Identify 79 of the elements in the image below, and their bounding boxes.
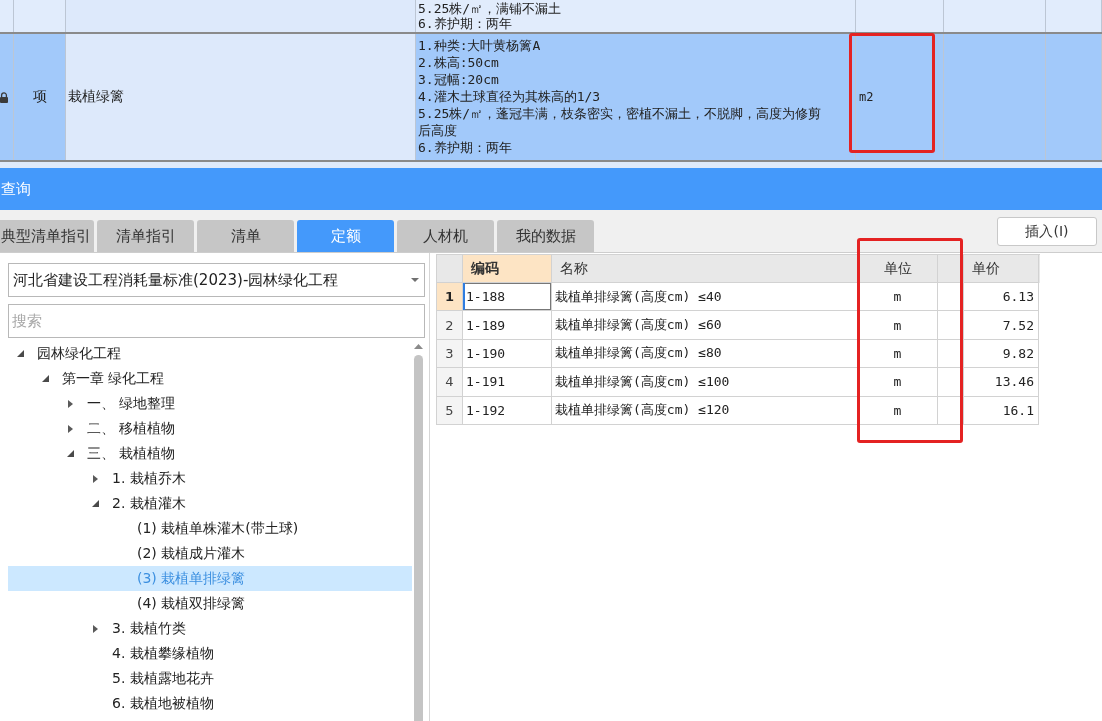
tree-item[interactable]: 4. 栽植攀缘植物 [8, 641, 412, 666]
table-cell [938, 339, 964, 369]
tree-item[interactable]: 1. 栽植乔木 [8, 466, 412, 491]
tab[interactable]: 人材机 [397, 220, 494, 252]
description-line: 2.株高:50cm [418, 54, 500, 71]
table-cell: 栽植单排绿篱(高度cm) ≤60 [552, 311, 858, 340]
column-header[interactable]: 名称 [552, 255, 858, 283]
table-cell[interactable]: 栽植绿篱 [66, 34, 416, 160]
tree-item[interactable]: 园林绿化工程 [8, 341, 412, 366]
table-cell: 9.82 [964, 339, 1039, 369]
table-cell: m [858, 368, 938, 397]
table-row[interactable]: 项 栽植绿篱 1.种类:大叶黄杨篱A 2.株高:50cm 3.冠幅:20cm 4.灌木土球直径为其株高的1/3 5.25株/㎡，蓬冠丰满，枝条密实，密植不漏土，不脱脚，高度为修剪后高度 6.养护期：两年 m2 [0, 32, 1102, 162]
table-cell: 1-192 [463, 396, 552, 425]
tab[interactable]: 我的数据 [497, 220, 594, 252]
table-cell [938, 311, 964, 340]
description-line: 6.养护期：两年 [418, 139, 513, 156]
column-header[interactable]: 单位 [858, 255, 938, 283]
row-number[interactable]: 1 [437, 283, 463, 312]
row-number[interactable]: 2 [437, 311, 463, 340]
tree-item[interactable]: (2) 栽植成片灌木 [8, 541, 412, 566]
tree-item[interactable]: (4) 栽植双排绿篱 [8, 591, 412, 616]
tree-item[interactable]: 2. 栽植灌木 [8, 491, 412, 516]
table-cell [938, 283, 964, 312]
table-cell: m [858, 311, 938, 340]
scrollbar-thumb[interactable] [414, 355, 423, 721]
table-cell: m [858, 339, 938, 369]
table-cell: 6.13 [964, 283, 1039, 312]
table-cell: 栽植单排绿篱(高度cm) ≤100 [552, 368, 858, 397]
table-cell: 1-190 [463, 339, 552, 369]
table-cell: 栽植单排绿篱(高度cm) ≤120 [552, 396, 858, 425]
table-cell: 1-189 [463, 311, 552, 340]
tree-item[interactable]: (1) 栽植单株灌木(带土球) [8, 516, 412, 541]
table-cell: m [858, 283, 938, 312]
description-line: 4.灌木土球直径为其株高的1/3 [418, 88, 602, 105]
description-line: 5.25株/㎡，蓬冠丰满，枝条密实，密植不漏土，不脱脚，高度为修剪后高度 [418, 105, 823, 139]
tree-item[interactable]: 6. 栽植地被植物 [8, 691, 412, 716]
column-header[interactable]: 单价 [964, 255, 1039, 283]
unit-label: m2 [859, 90, 874, 104]
description-line: 3.冠幅:20cm [418, 71, 500, 88]
tree-item[interactable]: 第一章 绿化工程 [8, 366, 412, 391]
table-cell: 13.46 [964, 368, 1039, 397]
tab[interactable]: 清单 [197, 220, 294, 252]
caret-right-icon[interactable] [68, 424, 73, 433]
tree-item[interactable]: 5. 栽植露地花卉 [8, 666, 412, 691]
table-cell: 16.1 [964, 396, 1039, 425]
caret-right-icon[interactable] [68, 399, 73, 408]
table-cell [938, 368, 964, 397]
table-cell: m [858, 396, 938, 425]
tab[interactable]: 典型清单指引 [0, 220, 94, 252]
search-field[interactable]: 搜索 [8, 304, 425, 338]
table-cell: 栽植单排绿篱(高度cm) ≤40 [552, 283, 858, 312]
description-line: 6.养护期：两年 [418, 16, 513, 31]
tab[interactable]: 清单指引 [97, 220, 194, 252]
scroll-up-icon[interactable] [414, 344, 423, 349]
row-number[interactable]: 4 [437, 368, 463, 397]
caret-right-icon[interactable] [93, 624, 98, 633]
tree-item[interactable]: 3. 栽植竹类 [8, 616, 412, 641]
insert-button[interactable]: 插入(I) [997, 217, 1097, 246]
description-line: 5.25株/㎡，满铺不漏土 [418, 1, 563, 16]
library-dropdown[interactable]: 河北省建设工程消耗量标准(2023)-园林绿化工程 [8, 263, 425, 297]
caret-down-icon[interactable] [67, 450, 74, 457]
tree-item[interactable]: 一、 绿地整理 [8, 391, 412, 416]
table-cell [938, 396, 964, 425]
table-cell: 栽植单排绿篱(高度cm) ≤80 [552, 339, 858, 369]
caret-down-icon [411, 278, 419, 282]
caret-right-icon[interactable] [93, 474, 98, 483]
row-number[interactable]: 5 [437, 396, 463, 425]
tree-item[interactable]: 二、 移植植物 [8, 416, 412, 441]
column-header[interactable]: 编码 [463, 255, 552, 283]
description-line: 1.种类:大叶黄杨篱A [418, 37, 542, 54]
table-cell: 1-188 [463, 283, 552, 312]
caret-down-icon[interactable] [42, 375, 49, 382]
table-cell: 1-191 [463, 368, 552, 397]
row-number[interactable]: 3 [437, 339, 463, 369]
table-cell: 7.52 [964, 311, 1039, 340]
caret-down-icon[interactable] [92, 500, 99, 507]
caret-down-icon[interactable] [17, 350, 24, 357]
tree-item[interactable]: 三、 栽植植物 [8, 441, 412, 466]
panel-title: 查询 [0, 179, 31, 199]
